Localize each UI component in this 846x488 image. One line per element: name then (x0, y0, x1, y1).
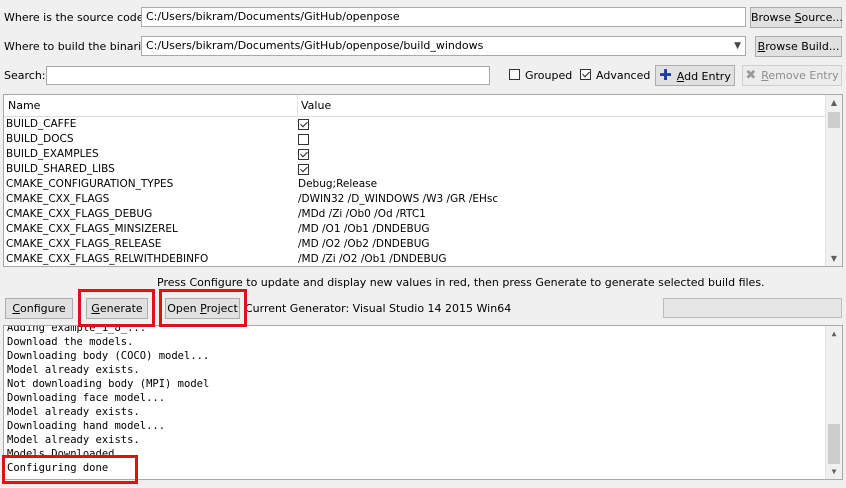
chevron-down-icon[interactable]: ▼ (734, 37, 741, 55)
output-line: Model already exists. (7, 434, 140, 446)
table-body: BUILD_CAFFE BUILD_DOCS BUILD_EXAMPLES BUILD… (4, 117, 825, 266)
advanced-checkbox[interactable] (580, 69, 591, 83)
row-name: CMAKE_CXX_FLAGS_DEBUG (6, 208, 153, 220)
grouped-checkbox[interactable] (509, 69, 520, 83)
output-line: Downloading face model... (7, 392, 166, 404)
row-value-checkbox[interactable] (298, 149, 309, 160)
remove-entry-button[interactable]: ✖ Remove Entry (742, 65, 842, 86)
output-line: Adding example_1_8_... (7, 325, 147, 334)
close-icon: ✖ (745, 68, 757, 83)
search-input[interactable] (46, 66, 490, 85)
source-path-field[interactable]: C:/Users/bikram/Documents/GitHub/openpos… (141, 7, 746, 27)
row-name: CMAKE_CONFIGURATION_TYPES (6, 178, 174, 190)
table-row[interactable]: BUILD_SHARED_LIBS (4, 162, 825, 177)
add-entry-button[interactable]: ✚ Add Entry (655, 65, 735, 86)
row-value[interactable]: /MD /O2 /Ob2 /DNDEBUG (298, 237, 430, 252)
row-name: BUILD_EXAMPLES (6, 148, 99, 160)
configure-button[interactable]: Configure (5, 298, 73, 319)
row-value[interactable]: /MD /Zi /O2 /Ob1 /DNDEBUG (298, 252, 447, 266)
cache-table: Name Value BUILD_CAFFE BUILD_DOCS BUILD_EX… (3, 94, 843, 267)
output-line: Downloading hand model... (7, 420, 166, 432)
column-header-name[interactable]: Name (8, 95, 40, 116)
row-name: CMAKE_CXX_FLAGS_RELEASE (6, 238, 162, 250)
column-header-value[interactable]: Value (301, 95, 331, 116)
scroll-thumb[interactable] (828, 424, 840, 464)
browse-source-button[interactable]: Browse Source... (750, 7, 843, 28)
scroll-up-icon[interactable]: ▲ (826, 326, 842, 341)
hint-text: Press Configure to update and display ne… (157, 276, 765, 289)
scroll-up-icon[interactable]: ▲ (826, 95, 842, 110)
advanced-checkbox-box[interactable] (580, 69, 591, 80)
scroll-down-icon[interactable]: ▼ (826, 464, 842, 479)
add-entry-label: Add Entry (676, 70, 731, 83)
output-line: Configuring done (7, 462, 109, 474)
browse-build-label: Browse Build... (757, 40, 840, 53)
build-path-combobox[interactable]: C:/Users/bikram/Documents/GitHub/openpos… (141, 36, 746, 56)
table-row[interactable]: CMAKE_CXX_FLAGS_MINSIZEREL/MD /O1 /Ob1 /… (4, 222, 825, 237)
row-name: BUILD_CAFFE (6, 118, 77, 130)
table-row[interactable]: CMAKE_CXX_FLAGS_RELEASE/MD /O2 /Ob2 /DND… (4, 237, 825, 252)
plus-icon: ✚ (659, 66, 672, 84)
table-row[interactable]: CMAKE_CXX_FLAGS/DWIN32 /D_WINDOWS /W3 /G… (4, 192, 825, 207)
open-project-button[interactable]: Open Project (165, 298, 240, 319)
row-value-checkbox[interactable] (298, 119, 309, 130)
table-scrollbar[interactable]: ▲ ▼ (825, 95, 842, 266)
row-value[interactable]: Debug;Release (298, 177, 377, 192)
build-label: Where to build the binaries: (4, 40, 158, 53)
search-label: Search: (4, 69, 46, 82)
table-row[interactable]: BUILD_DOCS (4, 132, 825, 147)
table-row[interactable]: CMAKE_CXX_FLAGS_RELWITHDEBINFO/MD /Zi /O… (4, 252, 825, 266)
current-generator-label: Current Generator: Visual Studio 14 2015… (245, 302, 512, 315)
scroll-thumb[interactable] (828, 112, 840, 128)
progress-bar (663, 298, 842, 318)
generate-label: Generate (91, 302, 143, 315)
output-line: Models Downloaded. (7, 448, 121, 460)
output-lines: Adding example_1_8_... Download the model… (4, 325, 825, 475)
row-name: BUILD_SHARED_LIBS (6, 163, 115, 175)
table-row[interactable]: CMAKE_CONFIGURATION_TYPES Debug;Release (4, 177, 825, 192)
browse-build-button[interactable]: Browse Build... (755, 36, 842, 57)
browse-source-label: Browse Source... (751, 11, 843, 24)
row-name: CMAKE_CXX_FLAGS_RELWITHDEBINFO (6, 253, 209, 265)
output-line: Not downloading body (MPI) model (7, 378, 210, 390)
row-name: CMAKE_CXX_FLAGS_MINSIZEREL (6, 223, 178, 235)
generate-button[interactable]: Generate (86, 298, 148, 319)
output-log[interactable]: Adding example_1_8_... Download the model… (3, 325, 843, 480)
row-name: CMAKE_CXX_FLAGS (6, 193, 110, 205)
table-row[interactable]: BUILD_EXAMPLES (4, 147, 825, 162)
advanced-label: Advanced (596, 69, 651, 82)
row-name: BUILD_DOCS (6, 133, 74, 145)
table-row[interactable]: BUILD_CAFFE (4, 117, 825, 132)
scroll-down-icon[interactable]: ▼ (826, 251, 842, 266)
row-value[interactable]: /DWIN32 /D_WINDOWS /W3 /GR /EHsc (298, 192, 498, 207)
output-scrollbar[interactable]: ▲ ▼ (825, 326, 842, 479)
source-label: Where is the source code: (4, 11, 148, 24)
output-line: Model already exists. (7, 406, 140, 418)
table-row[interactable]: CMAKE_CXX_FLAGS_DEBUG/MDd /Zi /Ob0 /Od /… (4, 207, 825, 222)
table-header: Name Value (4, 95, 842, 117)
grouped-label: Grouped (525, 69, 573, 82)
row-value[interactable]: /MD /O1 /Ob1 /DNDEBUG (298, 222, 430, 237)
remove-entry-label: Remove Entry (761, 69, 839, 82)
output-line: Downloading body (COCO) model... (7, 350, 210, 362)
open-project-label: Open Project (167, 302, 238, 315)
output-line: Model already exists. (7, 364, 140, 376)
configure-label: Configure (12, 302, 66, 315)
grouped-checkbox-box[interactable] (509, 69, 520, 80)
build-path-value: C:/Users/bikram/Documents/GitHub/openpos… (146, 39, 484, 52)
column-divider (297, 95, 298, 116)
row-value-checkbox[interactable] (298, 164, 309, 175)
row-value-checkbox[interactable] (298, 134, 309, 145)
output-line: Download the models. (7, 336, 134, 348)
row-value[interactable]: /MDd /Zi /Ob0 /Od /RTC1 (298, 207, 426, 222)
